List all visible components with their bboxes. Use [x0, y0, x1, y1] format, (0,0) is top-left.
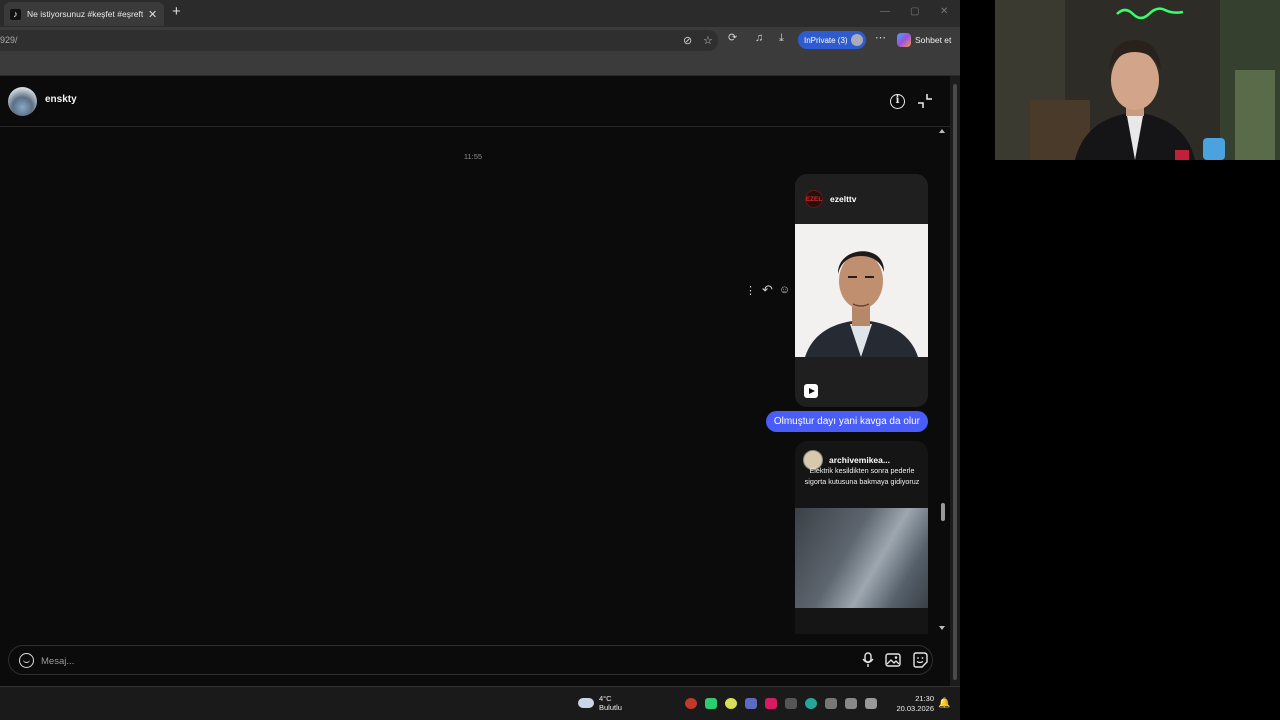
- message-composer: [8, 645, 933, 675]
- shared-post-card[interactable]: archivemikea... Elektrik kesildikten son…: [795, 441, 928, 634]
- url-field[interactable]: 929/ ⊘ ☆: [0, 30, 718, 51]
- maximize-window-icon[interactable]: ▢: [910, 6, 919, 17]
- shared-post-card[interactable]: EZEL ezelttv: [795, 174, 928, 407]
- reel-play-icon: [804, 384, 818, 398]
- extensions-icon[interactable]: ⟳: [728, 32, 737, 45]
- reply-icon[interactable]: ↶: [762, 282, 773, 298]
- favorite-star-icon[interactable]: ☆: [703, 35, 713, 48]
- tray-app-icon[interactable]: [685, 698, 697, 709]
- browser-window: ♪ Ne istiyorsunuz #keşfet #eşreftek ✕ + …: [0, 0, 960, 720]
- close-window-icon[interactable]: ✕: [940, 6, 948, 17]
- shared-post-thumbnail: [795, 508, 928, 608]
- bluetooth-icon[interactable]: [785, 698, 797, 709]
- message-input[interactable]: [41, 653, 821, 669]
- system-tray: [685, 698, 877, 709]
- shared-post-thumbnail: [795, 224, 928, 357]
- clock-date: 20.03.2026: [896, 704, 934, 713]
- tray-app-icon[interactable]: [745, 698, 757, 709]
- microphone-icon[interactable]: [825, 698, 837, 709]
- favorites-icon[interactable]: ♫: [755, 32, 763, 45]
- scroll-up-icon[interactable]: [939, 129, 945, 133]
- download-icon[interactable]: ⤓: [779, 32, 784, 45]
- inprivate-label: InPrivate (3): [804, 35, 848, 45]
- cloud-icon: [578, 698, 594, 708]
- system-clock[interactable]: 21:30 20.03.2026: [888, 694, 934, 714]
- tracking-prevention-icon[interactable]: ⊘: [683, 35, 692, 48]
- weather-condition: Bulutlu: [599, 703, 622, 712]
- shared-post-header: EZEL ezelttv: [795, 174, 928, 224]
- scroll-thumb[interactable]: [941, 503, 945, 521]
- inprivate-button[interactable]: InPrivate (3): [798, 31, 866, 49]
- address-bar: 929/ ⊘ ☆ ⟳ ♫ ⤓ InPrivate (3) ⋯ Sohbet et: [0, 27, 960, 53]
- chat-header: enskty i: [0, 76, 950, 127]
- tab-title: Ne istiyorsunuz #keşfet #eşreftek: [27, 9, 143, 19]
- image-icon[interactable]: [885, 652, 901, 668]
- more-options-icon[interactable]: ⋯: [875, 32, 886, 45]
- info-icon[interactable]: i: [890, 94, 905, 109]
- page-scrollbar[interactable]: [950, 76, 960, 686]
- volume-icon[interactable]: [865, 698, 877, 709]
- tab-close-icon[interactable]: ✕: [148, 8, 157, 21]
- shared-post-account: archivemikea...: [829, 455, 890, 465]
- message-timestamp: 11:55: [463, 152, 483, 161]
- tray-app-icon[interactable]: [765, 698, 777, 709]
- webcam-feed: [995, 0, 1280, 160]
- account-logo: EZEL: [805, 190, 823, 208]
- shared-post-account: ezelttv: [830, 194, 857, 204]
- weather-temperature: 4°C: [599, 694, 612, 703]
- copilot-icon: [897, 33, 911, 47]
- chat-scrollbar[interactable]: [937, 129, 949, 634]
- notification-bell-icon[interactable]: 🔔: [938, 698, 950, 709]
- react-icon[interactable]: ☺: [779, 284, 790, 296]
- profile-avatar-icon: [851, 34, 863, 46]
- new-tab-icon[interactable]: +: [172, 3, 181, 20]
- dm-page: enskty i 11:55 ⋮ ↶ ☺ EZEL ezelttv Olmuşt…: [0, 76, 950, 686]
- minimize-window-icon[interactable]: —: [880, 6, 890, 17]
- microphone-icon[interactable]: [861, 652, 875, 668]
- tray-app-icon[interactable]: [805, 698, 817, 709]
- message-actions: ⋮ ↶ ☺: [745, 282, 790, 298]
- avatar[interactable]: [8, 87, 37, 116]
- tray-app-icon[interactable]: [725, 698, 737, 709]
- chat-button-label: Sohbet et: [915, 35, 952, 45]
- tab-strip: ♪ Ne istiyorsunuz #keşfet #eşreftek ✕ + …: [0, 0, 960, 27]
- screen: ♪ Ne istiyorsunuz #keşfet #eşreftek ✕ + …: [0, 0, 1280, 720]
- sent-message-bubble[interactable]: Olmuştur dayı yani kavga da olur: [765, 411, 928, 432]
- scroll-down-icon[interactable]: [939, 626, 945, 630]
- browser-tab[interactable]: ♪ Ne istiyorsunuz #keşfet #eşreftek ✕: [4, 2, 164, 26]
- copilot-chat-button[interactable]: Sohbet et: [897, 33, 951, 47]
- page-scroll-thumb[interactable]: [953, 84, 957, 680]
- sticker-icon[interactable]: [912, 652, 928, 668]
- more-icon[interactable]: ⋮: [745, 284, 756, 297]
- chat-username[interactable]: enskty: [45, 94, 77, 105]
- clock-time: 21:30: [915, 694, 934, 703]
- weather-widget[interactable]: 4°C Bulutlu: [578, 694, 622, 712]
- tiktok-icon: ♪: [10, 8, 21, 20]
- tray-app-icon[interactable]: [705, 698, 717, 709]
- emoji-icon[interactable]: [19, 653, 34, 668]
- favorites-bar: [0, 53, 960, 76]
- collapse-icon[interactable]: [917, 93, 933, 109]
- taskbar: 4°C Bulutlu 21:30 20.03.2026 🔔: [0, 686, 960, 720]
- shared-post-caption: Elektrik kesildikten sonra pederle sigor…: [804, 466, 920, 486]
- url-text: 929/: [0, 35, 18, 45]
- network-icon[interactable]: [845, 698, 857, 709]
